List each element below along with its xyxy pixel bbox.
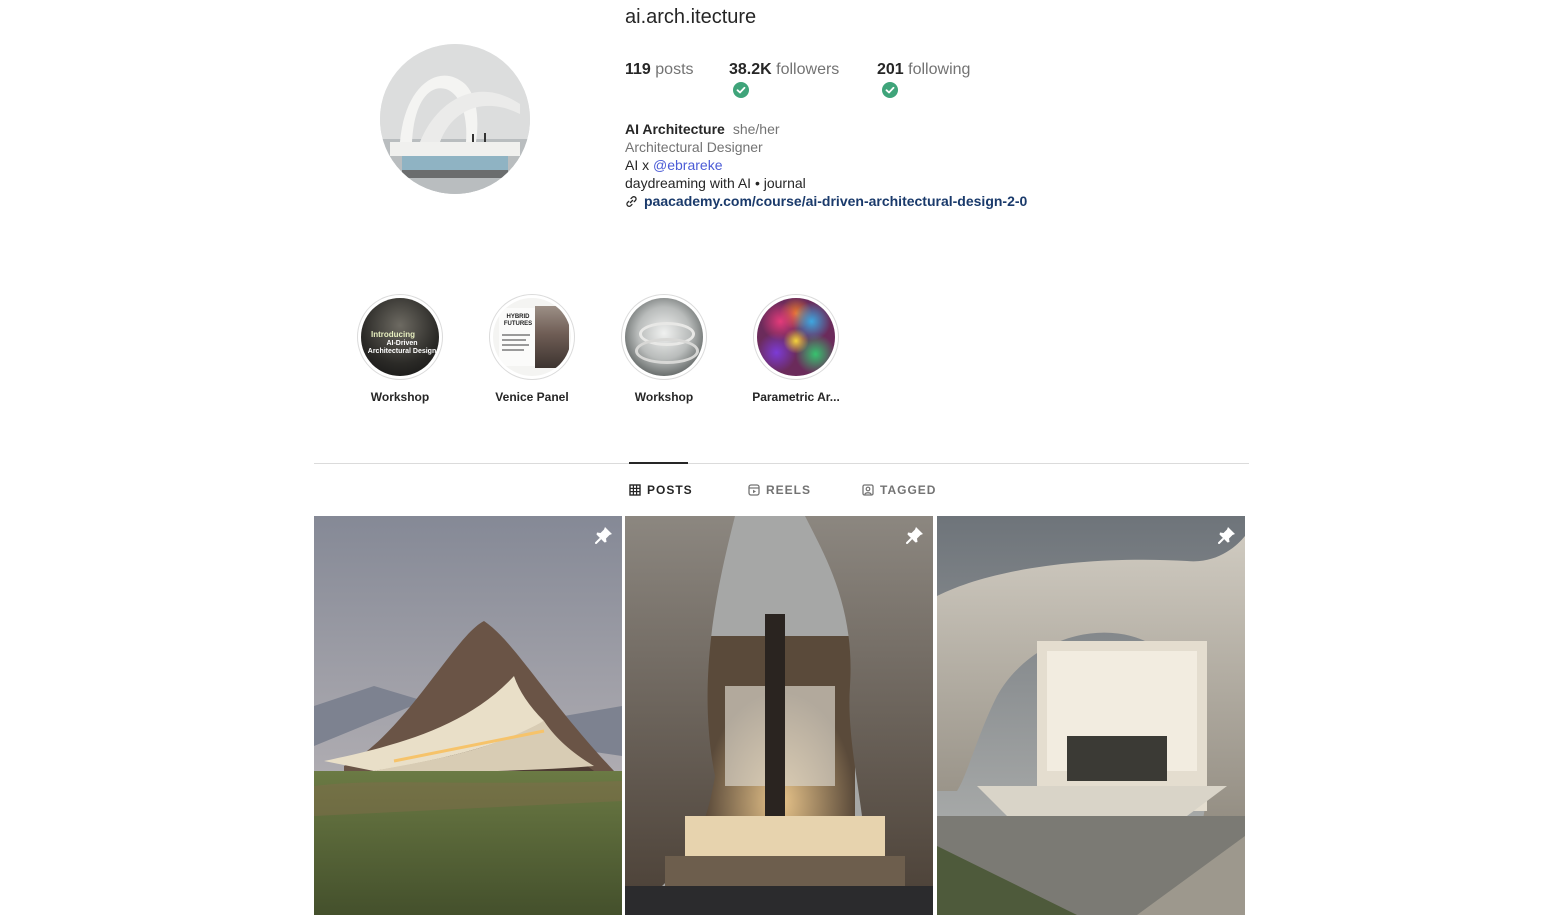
pin-icon: [595, 527, 612, 544]
check-circle-icon: [733, 82, 749, 98]
bio-pronouns: she/her: [732, 121, 780, 137]
tab-label: REELS: [766, 483, 812, 497]
highlight-label: Parametric Ar...: [752, 390, 840, 404]
following-count: 201: [877, 61, 904, 78]
highlight-label: Workshop: [370, 390, 430, 404]
highlight-cover: [625, 298, 703, 376]
posts-count: 119: [625, 61, 651, 78]
highlight-cover-ring: [621, 294, 707, 380]
story-highlight[interactable]: Workshop: [609, 294, 719, 404]
post-image: [625, 516, 933, 915]
posts-stat: 119 posts: [625, 61, 694, 79]
story-highlight[interactable]: HYBRID FUTURES Venice Panel: [477, 294, 587, 404]
highlight-cover: HYBRID FUTURES: [493, 298, 571, 376]
highlight-cover-text: AI-Driven Architectural Design: [367, 340, 437, 355]
tab-posts[interactable]: POSTS: [629, 483, 693, 497]
post-thumbnail[interactable]: [937, 516, 1245, 915]
profile-avatar[interactable]: [380, 44, 530, 194]
highlight-cover-ring: HYBRID FUTURES: [489, 294, 575, 380]
post-thumbnail[interactable]: [625, 516, 933, 915]
pin-icon: [1218, 527, 1235, 544]
post-image: [314, 516, 622, 915]
highlight-cover-ring: Introducing AI-Driven Architectural Desi…: [357, 294, 443, 380]
bio-line-2: daydreaming with AI • journal: [625, 175, 806, 191]
active-tab-indicator: [629, 462, 688, 464]
story-highlight[interactable]: Introducing AI-Driven Architectural Desi…: [345, 294, 455, 404]
grid-icon: [629, 484, 641, 496]
bio-website-link[interactable]: paacademy.com/course/ai-driven-architect…: [625, 192, 1027, 210]
followers-stat[interactable]: 38.2K followers: [729, 61, 839, 79]
link-icon: [626, 195, 637, 207]
profile-page: ai.arch.itecture 119 posts 38.2K followe…: [0, 0, 1561, 915]
followers-label: followers: [776, 61, 840, 78]
tagged-icon: [862, 484, 874, 496]
post-image: [937, 516, 1245, 915]
tab-label: POSTS: [647, 483, 693, 497]
tab-reels[interactable]: REELS: [748, 483, 811, 497]
tab-tagged[interactable]: TAGGED: [862, 483, 936, 497]
highlight-cover: [757, 298, 835, 376]
posts-label: posts: [655, 61, 694, 78]
avatar-image: [380, 44, 530, 194]
highlight-cover-text: Introducing: [371, 330, 415, 339]
bio-website-text: paacademy.com/course/ai-driven-architect…: [644, 193, 1028, 209]
following-label: following: [908, 61, 971, 78]
followers-count: 38.2K: [729, 61, 772, 78]
pin-icon: [906, 527, 923, 544]
bio-line-1: AI x @ebrareke: [625, 156, 1027, 174]
bio-name-row: AI Architecture she/her: [625, 120, 1027, 138]
tabs-divider: [314, 463, 1249, 464]
tab-label: TAGGED: [880, 483, 937, 497]
bio-name: AI Architecture: [625, 121, 725, 137]
highlight-label: Venice Panel: [495, 390, 569, 404]
highlight-cover-text: HYBRID FUTURES: [503, 314, 533, 327]
check-circle-icon: [882, 82, 898, 98]
story-highlight[interactable]: Parametric Ar...: [741, 294, 851, 404]
highlight-label: Workshop: [634, 390, 694, 404]
bio-mention-link[interactable]: @ebrareke: [653, 157, 722, 173]
following-stat[interactable]: 201 following: [877, 61, 970, 79]
highlight-cover-ring: [753, 294, 839, 380]
post-thumbnail[interactable]: [314, 516, 622, 915]
profile-username: ai.arch.itecture: [625, 6, 757, 28]
profile-bio: AI Architecture she/her Architectural Des…: [625, 120, 1027, 210]
reels-icon: [748, 484, 760, 496]
bio-category: Architectural Designer: [625, 139, 763, 155]
highlight-cover: Introducing AI-Driven Architectural Desi…: [361, 298, 439, 376]
bio-line-1-prefix: AI x: [625, 157, 654, 173]
